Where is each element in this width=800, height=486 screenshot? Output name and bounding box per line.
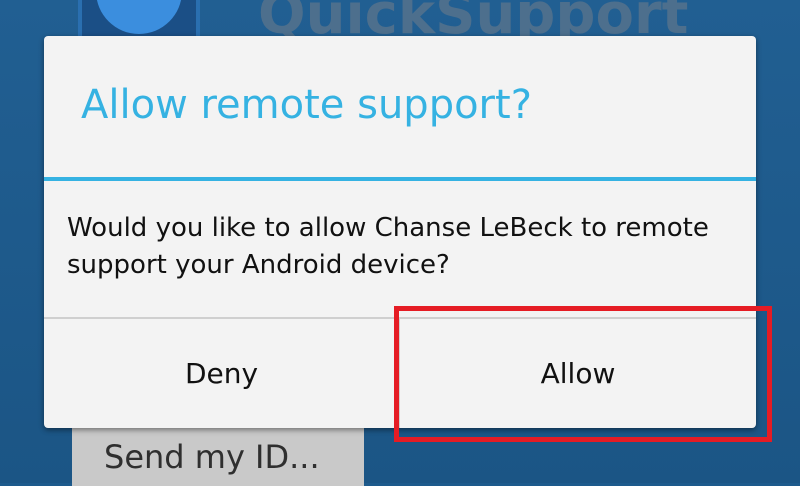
allow-button[interactable]: Allow [400, 319, 756, 428]
permission-dialog: Allow remote support? Would you like to … [44, 36, 756, 428]
send-id-button[interactable]: Send my ID... [72, 426, 364, 486]
dialog-message: Would you like to allow Chanse LeBeck to… [67, 213, 709, 280]
deny-button[interactable]: Deny [44, 319, 399, 428]
send-id-label: Send my ID... [104, 438, 320, 476]
app-icon-glyph [96, 0, 182, 34]
title-divider [44, 177, 756, 181]
dialog-title: Allow remote support? [81, 82, 532, 128]
